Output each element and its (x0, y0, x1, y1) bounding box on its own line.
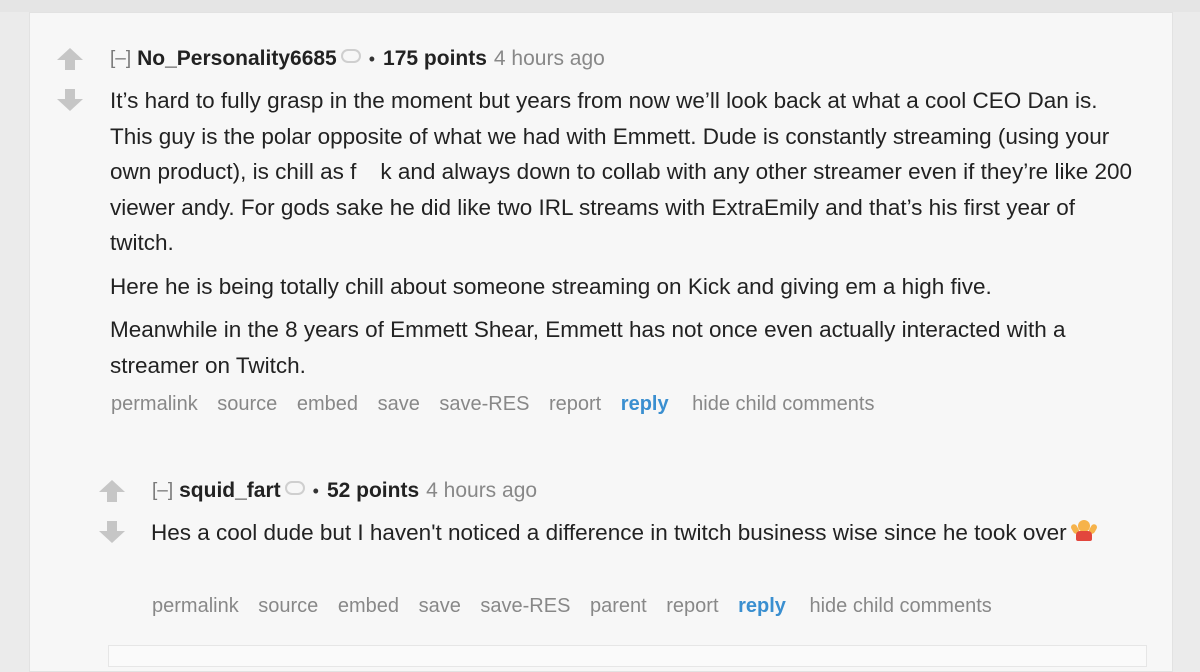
comment-score: 175 points (383, 47, 487, 70)
comment-paragraph: It’s hard to fully grasp in the moment b… (110, 88, 1132, 255)
save-res-link[interactable]: save-RES (439, 393, 529, 415)
person-shrugging-icon (1069, 518, 1098, 542)
comment-author[interactable]: No_Personality6685 (137, 47, 337, 71)
comment-tagline: [–] No_Personality6685 • 175 points 4 ho… (110, 47, 605, 71)
chat-bubble-icon[interactable] (284, 481, 305, 495)
reply-link[interactable]: reply (621, 393, 669, 415)
comment-actions: permalink source embed save save-RES rep… (111, 393, 888, 416)
separator-dot: • (312, 480, 319, 501)
source-link[interactable]: source (217, 393, 277, 415)
separator-dot: • (368, 48, 376, 69)
comment-tagline: [–] squid_fart • 52 points 4 hours ago (152, 479, 537, 503)
comment-body: Hes a cool dude but I haven't noticed a … (151, 515, 1136, 559)
report-link[interactable]: report (549, 393, 601, 415)
comment-time: 4 hours ago (426, 479, 538, 502)
comment-author[interactable]: squid_fart (179, 479, 281, 503)
save-res-link[interactable]: save-RES (480, 595, 570, 617)
top-divider (0, 0, 1200, 12)
comment-paragraph: Hes a cool dude but I haven't noticed a … (151, 515, 1136, 551)
reply-link[interactable]: reply (738, 595, 786, 617)
upvote-arrow-icon[interactable] (99, 480, 125, 504)
downvote-arrow-icon[interactable] (99, 521, 125, 545)
comment-score: 52 points (326, 479, 420, 502)
permalink-link[interactable]: permalink (111, 393, 198, 415)
upvote-arrow-icon[interactable] (57, 48, 83, 72)
source-link[interactable]: source (258, 595, 318, 617)
comment-time: 4 hours ago (493, 47, 605, 70)
permalink-link[interactable]: permalink (152, 595, 239, 617)
downvote-arrow-icon[interactable] (57, 89, 83, 113)
collapse-toggle[interactable]: [–] (110, 48, 131, 70)
embed-link[interactable]: embed (338, 595, 399, 617)
hide-child-comments-link[interactable]: hide child comments (809, 595, 991, 617)
parent-link[interactable]: parent (590, 595, 647, 617)
comment-actions: permalink source embed save save-RES par… (152, 595, 1006, 618)
collapse-toggle[interactable]: [–] (152, 480, 173, 502)
child-comment-container (108, 645, 1147, 667)
chat-bubble-icon[interactable] (340, 49, 361, 63)
comment-body: It’s hard to fully grasp in the moment b… (110, 83, 1140, 391)
save-link[interactable]: save (419, 595, 461, 617)
report-link[interactable]: report (666, 595, 718, 617)
embed-link[interactable]: embed (297, 393, 358, 415)
comment-paragraph: Meanwhile in the 8 years of Emmett Shear… (110, 317, 1066, 378)
hide-child-comments-link[interactable]: hide child comments (692, 393, 874, 415)
save-link[interactable]: save (378, 393, 420, 415)
comment-paragraph: Here he is being totally chill about som… (110, 273, 992, 299)
